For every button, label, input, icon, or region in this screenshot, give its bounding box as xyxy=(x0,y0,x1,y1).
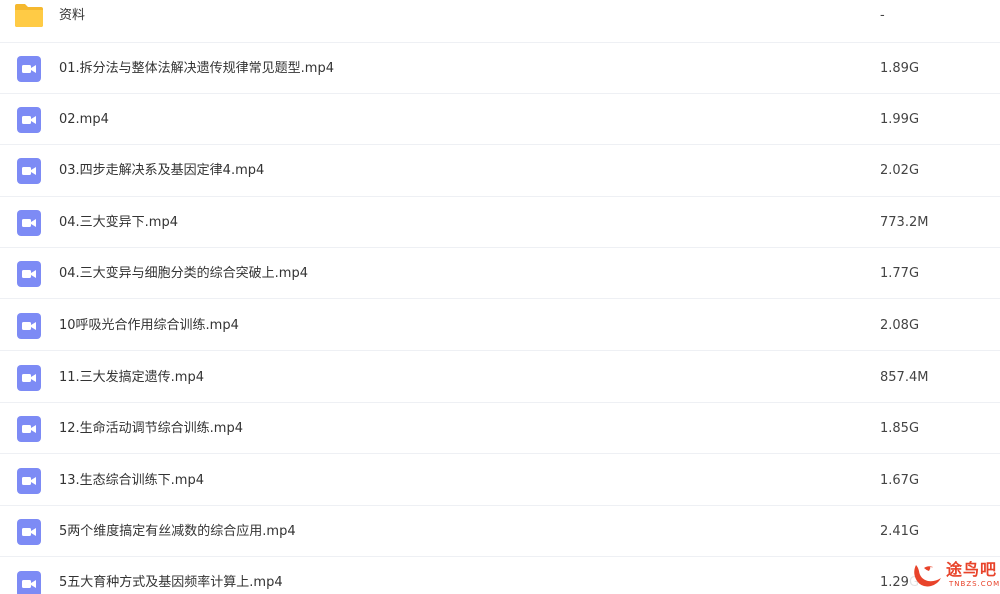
video-file-icon xyxy=(17,56,41,82)
file-row[interactable]: 02.mp4 1.99G xyxy=(0,94,1000,145)
file-name[interactable]: 03.四步走解决系及基因定律4.mp4 xyxy=(59,163,264,179)
video-file-icon xyxy=(17,468,41,494)
file-name[interactable]: 5两个维度搞定有丝减数的综合应用.mp4 xyxy=(59,524,296,540)
watermark-text: 途鸟吧 xyxy=(946,560,998,579)
file-row[interactable]: 5五大育种方式及基因频率计算上.mp4 1.29G xyxy=(0,558,1000,594)
file-size: 1.85G xyxy=(880,421,920,436)
file-size: 1.77G xyxy=(880,266,920,281)
file-name[interactable]: 5五大育种方式及基因频率计算上.mp4 xyxy=(59,575,283,591)
file-row[interactable]: 03.四步走解决系及基因定律4.mp4 2.02G xyxy=(0,146,1000,197)
file-size: 2.02G xyxy=(880,163,920,178)
video-file-icon xyxy=(17,158,41,184)
file-size: - xyxy=(880,8,885,23)
file-name[interactable]: 04.三大变异下.mp4 xyxy=(59,215,178,231)
bird-logo-icon xyxy=(914,565,941,587)
file-size: 857.4M xyxy=(880,370,929,385)
video-file-icon xyxy=(17,519,41,545)
file-row[interactable]: 12.生命活动调节综合训练.mp4 1.85G xyxy=(0,403,1000,454)
file-name[interactable]: 11.三大发搞定遗传.mp4 xyxy=(59,370,204,386)
video-file-icon xyxy=(17,261,41,287)
file-name[interactable]: 10呼吸光合作用综合训练.mp4 xyxy=(59,318,239,334)
video-file-icon xyxy=(17,365,41,391)
file-row-folder[interactable]: 资料 - xyxy=(0,0,1000,43)
file-row[interactable]: 13.生态综合训练下.mp4 1.67G xyxy=(0,455,1000,506)
file-size: 1.67G xyxy=(880,473,920,488)
watermark-subtext: TNBZS.COM xyxy=(949,580,1000,588)
file-row[interactable]: 5两个维度搞定有丝减数的综合应用.mp4 2.41G xyxy=(0,506,1000,557)
file-name[interactable]: 12.生命活动调节综合训练.mp4 xyxy=(59,421,243,437)
video-file-icon xyxy=(17,210,41,236)
folder-icon xyxy=(15,4,43,27)
file-list: 资料 - 01.拆分法与整体法解决遗传规律常见题型.mp4 1.89G 02.m… xyxy=(0,0,1000,594)
file-size: 1.99G xyxy=(880,112,920,127)
watermark: 途鸟吧 TNBZS.COM xyxy=(908,557,1000,594)
file-size: 2.41G xyxy=(880,524,920,539)
file-name[interactable]: 01.拆分法与整体法解决遗传规律常见题型.mp4 xyxy=(59,61,334,77)
video-file-icon xyxy=(17,313,41,339)
file-row[interactable]: 11.三大发搞定遗传.mp4 857.4M xyxy=(0,352,1000,403)
video-file-icon xyxy=(17,416,41,442)
video-file-icon xyxy=(17,571,41,594)
file-row[interactable]: 01.拆分法与整体法解决遗传规律常见题型.mp4 1.89G xyxy=(0,43,1000,94)
file-name[interactable]: 02.mp4 xyxy=(59,112,109,128)
file-size: 773.2M xyxy=(880,215,929,230)
file-row[interactable]: 10呼吸光合作用综合训练.mp4 2.08G xyxy=(0,300,1000,351)
file-size: 1.89G xyxy=(880,61,920,76)
video-file-icon xyxy=(17,107,41,133)
file-row[interactable]: 04.三大变异下.mp4 773.2M xyxy=(0,197,1000,248)
file-size: 2.08G xyxy=(880,318,920,333)
file-name[interactable]: 04.三大变异与细胞分类的综合突破上.mp4 xyxy=(59,266,308,282)
file-name[interactable]: 13.生态综合训练下.mp4 xyxy=(59,473,204,489)
file-name[interactable]: 资料 xyxy=(59,8,85,24)
file-row[interactable]: 04.三大变异与细胞分类的综合突破上.mp4 1.77G xyxy=(0,248,1000,299)
